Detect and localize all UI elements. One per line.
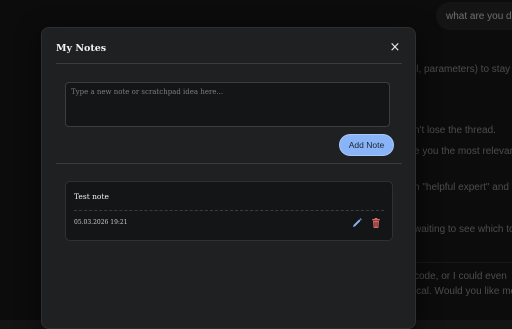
section-divider	[56, 163, 402, 164]
close-button[interactable]: ×	[388, 41, 402, 55]
header-divider	[56, 63, 402, 64]
note-timestamp: 05.03.2026 19:21	[74, 219, 128, 226]
note-divider	[74, 210, 384, 211]
note-title: Test note	[74, 192, 109, 201]
add-note-button[interactable]: Add Note	[340, 135, 393, 155]
trash-icon[interactable]	[370, 217, 382, 229]
new-note-input[interactable]	[65, 82, 390, 127]
edit-note-button[interactable]	[351, 216, 363, 228]
pencil-icon[interactable]	[351, 217, 363, 229]
modal-title: My Notes	[56, 43, 107, 54]
notes-modal: My Notes × Add Note Test note 05.03.2026…	[41, 27, 416, 329]
delete-note-button[interactable]	[370, 216, 382, 228]
note-card: Test note 05.03.2026 19:21	[65, 181, 393, 241]
close-icon[interactable]: ×	[390, 40, 401, 55]
